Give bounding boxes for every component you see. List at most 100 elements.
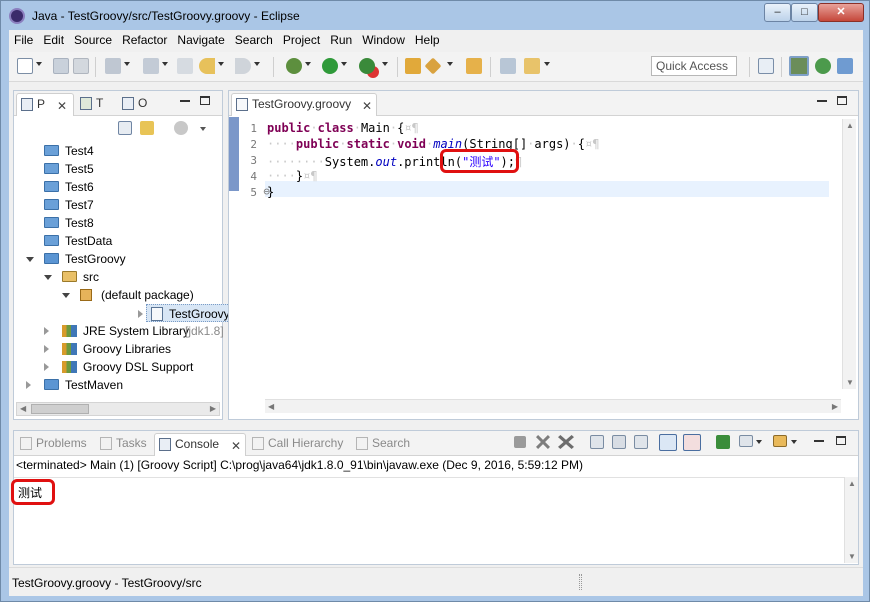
minimize-panel-icon[interactable]: [814, 440, 824, 442]
debug-perspective-icon[interactable]: [815, 58, 831, 74]
code-editor[interactable]: 1 public·class·Main·{¤¶ 2 ····public·static…: [229, 117, 829, 392]
remove-all-terminated-icon[interactable]: [558, 435, 574, 449]
maximize-button[interactable]: □: [791, 3, 818, 22]
fold-marker-icon[interactable]: ⊖: [256, 185, 270, 198]
show-console-stderr-icon[interactable]: [683, 434, 701, 451]
console-vertical-scrollbar[interactable]: ▲ ▼: [844, 477, 858, 563]
run-last-tool-dropdown-icon[interactable]: [382, 62, 388, 66]
menu-project[interactable]: Project: [278, 30, 325, 51]
display-console-dropdown-icon[interactable]: [756, 440, 762, 444]
collapsed-twistie-icon[interactable]: [138, 310, 143, 318]
scroll-right-icon[interactable]: ▶: [210, 404, 216, 413]
minimize-button[interactable]: –: [764, 3, 791, 22]
new-package-icon[interactable]: [405, 58, 421, 74]
new-class-dropdown-icon[interactable]: [447, 62, 453, 66]
publish-dropdown-icon[interactable]: [124, 62, 130, 66]
close-icon[interactable]: ✕: [231, 436, 241, 457]
close-window-button[interactable]: ✕: [818, 3, 864, 22]
minimize-panel-icon[interactable]: [817, 100, 827, 102]
save-all-icon[interactable]: [73, 58, 89, 74]
collapsed-twistie-icon[interactable]: [44, 345, 49, 353]
display-selected-console-icon[interactable]: [739, 435, 753, 447]
new-dropdown-icon[interactable]: [36, 62, 42, 66]
back-dropdown-icon[interactable]: [218, 62, 224, 66]
menu-edit[interactable]: Edit: [38, 30, 69, 51]
menu-window[interactable]: Window: [357, 30, 410, 51]
tab-testgroovy-groovy[interactable]: TestGroovy.groovy ✕: [231, 93, 377, 116]
debug-icon[interactable]: [286, 58, 302, 74]
menu-source[interactable]: Source: [69, 30, 117, 51]
terminate-icon[interactable]: [514, 436, 526, 448]
run-icon[interactable]: [322, 58, 338, 74]
remove-launch-icon[interactable]: [536, 435, 550, 449]
tab-search[interactable]: Search: [352, 433, 426, 456]
scroll-lock-icon[interactable]: [590, 435, 604, 449]
collapsed-twistie-icon[interactable]: [26, 381, 31, 389]
scrollbar-thumb[interactable]: [31, 404, 89, 414]
new-icon[interactable]: [17, 58, 33, 74]
forward-dropdown-icon[interactable]: [254, 62, 260, 66]
maximize-panel-icon[interactable]: [837, 96, 847, 105]
menu-help[interactable]: Help: [410, 30, 445, 51]
save-icon[interactable]: [53, 58, 69, 74]
scroll-right-icon[interactable]: ▶: [832, 402, 838, 411]
menu-run[interactable]: Run: [325, 30, 357, 51]
java-perspective-icon[interactable]: [789, 56, 809, 76]
scroll-down-icon[interactable]: ▼: [848, 552, 856, 561]
collapsed-twistie-icon[interactable]: [44, 327, 49, 335]
back-icon[interactable]: [199, 58, 215, 74]
scroll-up-icon[interactable]: ▲: [848, 479, 856, 488]
skip-breakpoints-icon[interactable]: [177, 58, 193, 74]
tab-problems[interactable]: Problems: [16, 433, 94, 456]
scroll-left-icon[interactable]: ◀: [20, 404, 26, 413]
scroll-up-icon[interactable]: ▲: [846, 121, 854, 130]
editor-horizontal-scrollbar[interactable]: ◀ ▶: [265, 399, 841, 413]
close-icon[interactable]: ✕: [57, 96, 67, 117]
forward-icon[interactable]: [235, 58, 251, 74]
server-dropdown-icon[interactable]: [162, 62, 168, 66]
view-menu-icon[interactable]: [200, 127, 206, 131]
explorer-horizontal-scrollbar[interactable]: ◀ ▶: [16, 402, 220, 416]
menu-search[interactable]: Search: [230, 30, 278, 51]
expanded-twistie-icon[interactable]: [26, 257, 34, 262]
tab-console[interactable]: Console ✕: [154, 433, 246, 456]
tab-outline[interactable]: O: [118, 93, 158, 116]
tab-call-hierarchy[interactable]: Call Hierarchy: [248, 433, 350, 456]
git-perspective-icon[interactable]: [837, 58, 853, 74]
new-class-wand-icon[interactable]: [424, 57, 442, 75]
run-last-tool-icon[interactable]: [359, 58, 375, 74]
editor-vertical-scrollbar[interactable]: ▲ ▼: [842, 119, 856, 389]
link-with-editor-icon[interactable]: [140, 121, 154, 135]
open-perspective-icon[interactable]: [758, 58, 774, 74]
perspective-annotation-icon[interactable]: [500, 58, 516, 74]
publish-icon[interactable]: [105, 58, 121, 74]
open-type-icon[interactable]: [466, 58, 482, 74]
maximize-panel-icon[interactable]: [836, 436, 846, 445]
expanded-twistie-icon[interactable]: [44, 275, 52, 280]
server-icon[interactable]: [143, 58, 159, 74]
collapse-all-icon[interactable]: [118, 121, 132, 135]
tab-tasks[interactable]: Tasks: [96, 433, 152, 456]
scroll-left-icon[interactable]: ◀: [268, 402, 274, 411]
clear-console-icon[interactable]: [634, 435, 648, 449]
tab-type-hierarchy[interactable]: T: [76, 93, 116, 116]
quick-access-input[interactable]: Quick Access: [651, 56, 737, 76]
show-console-stdout-icon[interactable]: [659, 434, 677, 451]
expanded-twistie-icon[interactable]: [62, 293, 70, 298]
maximize-panel-icon[interactable]: [200, 96, 210, 105]
open-resource-icon[interactable]: [524, 58, 540, 74]
tab-package-explorer[interactable]: P ✕: [16, 93, 74, 116]
open-console-dropdown-icon[interactable]: [791, 440, 797, 444]
open-console-icon[interactable]: [773, 435, 787, 447]
debug-dropdown-icon[interactable]: [305, 62, 311, 66]
open-resource-dropdown-icon[interactable]: [544, 62, 550, 66]
word-wrap-icon[interactable]: [612, 435, 626, 449]
close-icon[interactable]: ✕: [362, 96, 372, 117]
menu-navigate[interactable]: Navigate: [172, 30, 229, 51]
console-output-area[interactable]: 测试: [11, 477, 846, 563]
scroll-down-icon[interactable]: ▼: [846, 378, 854, 387]
collapsed-twistie-icon[interactable]: [44, 363, 49, 371]
focus-task-icon[interactable]: [174, 121, 188, 135]
menu-file[interactable]: File: [9, 30, 38, 51]
run-dropdown-icon[interactable]: [341, 62, 347, 66]
